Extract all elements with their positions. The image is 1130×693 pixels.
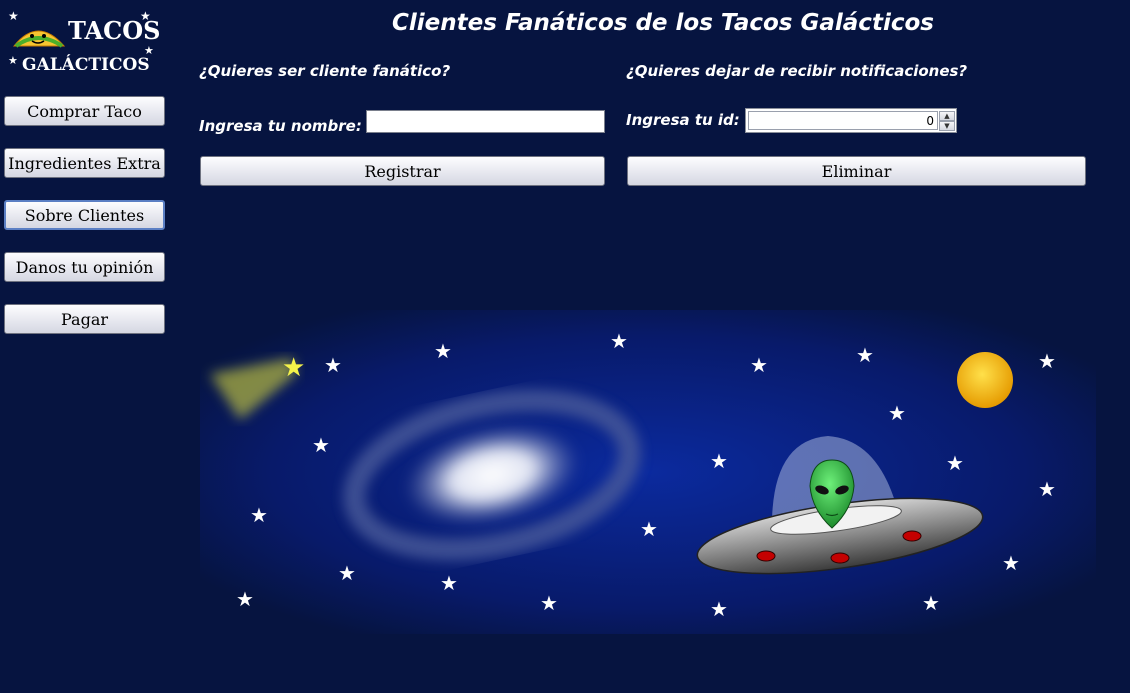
svg-text:★: ★ xyxy=(312,433,330,457)
svg-text:★: ★ xyxy=(338,561,356,585)
logo-text-galacticos: GALÁCTICOS xyxy=(22,54,150,75)
spinner-up-icon[interactable]: ▲ xyxy=(939,111,955,121)
svg-text:★: ★ xyxy=(946,451,964,475)
svg-text:★: ★ xyxy=(144,44,154,57)
svg-text:★: ★ xyxy=(750,353,768,377)
space-illustration: ★ ★ ★ ★ ★ ★ ★ ★ ★ ★ ★ ★ ★ ★ ★ ★ ★ ★ ★ ★ … xyxy=(200,310,1096,634)
svg-text:★: ★ xyxy=(856,343,874,367)
svg-text:★: ★ xyxy=(640,517,658,541)
svg-text:★: ★ xyxy=(610,329,628,353)
tacos-galacticos-logo: TACOS GALÁCTICOS ★ ★ ★ ★ xyxy=(8,9,160,75)
register-button[interactable]: Registrar xyxy=(200,156,605,186)
svg-text:★: ★ xyxy=(710,597,728,621)
id-spinner[interactable]: ▲ ▼ xyxy=(745,108,957,133)
svg-text:★: ★ xyxy=(324,353,342,377)
svg-text:★: ★ xyxy=(440,571,458,595)
svg-text:★: ★ xyxy=(434,339,452,363)
unsubscribe-heading: ¿Quieres dejar de recibir notificaciones… xyxy=(626,62,968,80)
svg-text:★: ★ xyxy=(1038,477,1056,501)
sidebar-item-sobre-clientes[interactable]: Sobre Clientes xyxy=(4,200,165,230)
svg-text:★: ★ xyxy=(8,9,19,23)
sidebar-item-pagar[interactable]: Pagar xyxy=(4,304,165,334)
sidebar-item-danos-tu-opinion[interactable]: Danos tu opinión xyxy=(4,252,165,282)
id-input[interactable] xyxy=(748,111,938,130)
id-label: Ingresa tu id: xyxy=(626,111,740,129)
sidebar-item-comprar-taco[interactable]: Comprar Taco xyxy=(4,96,165,126)
svg-text:★: ★ xyxy=(8,54,18,67)
svg-text:★: ★ xyxy=(888,401,906,425)
svg-text:★: ★ xyxy=(1038,349,1056,373)
svg-text:★: ★ xyxy=(236,587,254,611)
name-label: Ingresa tu nombre: xyxy=(199,117,362,135)
register-heading: ¿Quieres ser cliente fanático? xyxy=(199,62,451,80)
svg-text:★: ★ xyxy=(540,591,558,615)
delete-button[interactable]: Eliminar xyxy=(627,156,1086,186)
svg-text:★: ★ xyxy=(922,591,940,615)
spinner-down-icon[interactable]: ▼ xyxy=(939,121,955,131)
svg-text:★: ★ xyxy=(710,449,728,473)
sidebar-item-ingredientes-extra[interactable]: Ingredientes Extra xyxy=(4,148,165,178)
svg-text:★: ★ xyxy=(1002,551,1020,575)
sun-icon xyxy=(957,352,1013,408)
taco-icon xyxy=(12,30,66,48)
svg-text:★: ★ xyxy=(250,503,268,527)
name-input[interactable] xyxy=(366,110,605,133)
page-title: Clientes Fanáticos de los Tacos Galáctic… xyxy=(392,10,934,36)
svg-text:★: ★ xyxy=(282,353,305,383)
svg-text:★: ★ xyxy=(140,9,151,23)
